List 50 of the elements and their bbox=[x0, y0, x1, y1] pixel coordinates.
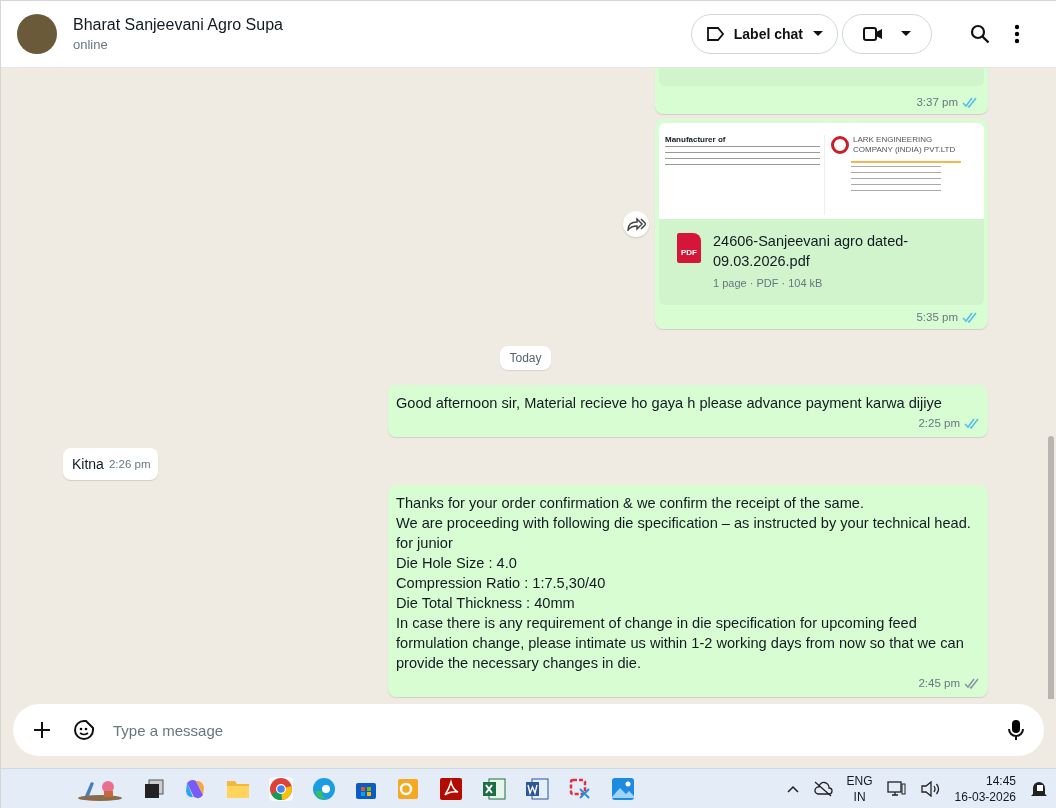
speaker-icon[interactable] bbox=[920, 780, 941, 797]
region-label[interactable]: IN bbox=[853, 788, 866, 805]
plus-icon[interactable] bbox=[33, 721, 51, 739]
message-time: 5:35 pm bbox=[916, 311, 958, 323]
caret-icon bbox=[813, 31, 823, 37]
video-camera-icon bbox=[863, 26, 883, 42]
message-text: Good afternoon sir, Material recieve ho gaya h please advance payment karwa dijiye bbox=[396, 394, 943, 413]
message-text: Kitna bbox=[72, 455, 104, 474]
caret-icon bbox=[901, 31, 911, 37]
photos-icon[interactable] bbox=[611, 776, 635, 801]
preview-heading: Manufacturer of bbox=[665, 135, 727, 144]
word-icon[interactable] bbox=[525, 776, 549, 801]
scrollbar[interactable] bbox=[1048, 436, 1054, 699]
video-call-button[interactable] bbox=[842, 14, 932, 54]
sticker-icon[interactable] bbox=[73, 719, 95, 741]
contact-status: online bbox=[73, 37, 108, 52]
message-time: 2:45 pm bbox=[918, 676, 960, 691]
edge-icon[interactable] bbox=[312, 776, 336, 801]
forward-button[interactable] bbox=[623, 211, 649, 237]
network-icon[interactable] bbox=[886, 779, 907, 798]
file-details: 1 page · PDF · 104 kB bbox=[713, 277, 824, 289]
clock-date[interactable]: 16-03-2026 bbox=[954, 788, 1016, 805]
label-chat-button[interactable]: Label chat bbox=[690, 14, 838, 54]
contact-name: Bharat Sanjeevani Agro Supa bbox=[73, 16, 283, 34]
label-icon bbox=[705, 27, 724, 41]
date-chip: Today bbox=[500, 346, 551, 370]
chevron-up-icon[interactable] bbox=[786, 784, 799, 793]
company-logo bbox=[831, 136, 849, 155]
language-label[interactable]: ENG bbox=[846, 772, 873, 789]
snipping-tool-icon[interactable] bbox=[568, 776, 592, 801]
message-field[interactable]: Type a message bbox=[13, 704, 1044, 756]
search-icon[interactable] bbox=[970, 24, 990, 44]
avatar[interactable] bbox=[17, 14, 57, 54]
file-name: 24606-Sanjeevani agro dated-09.03.2026.pdf bbox=[713, 232, 910, 271]
excel-icon[interactable] bbox=[482, 776, 506, 801]
clock-time[interactable]: 14:45 bbox=[985, 772, 1016, 789]
company-name: LARK ENGINEERING COMPANY (INDIA) PVT.LTD bbox=[853, 135, 957, 156]
message-text: Thanks for your order confirmation & we confirm the receipt of the same. We are proceeding with following die specification – as instructed by your technical head. for junior Die Hole Size : 4.0 Compression Ratio : 1:7.5,30/40 Die Total Thickness : 40mm In case there is any requirement of change in die specification for upcoming feed formulation change, please intimate us within 1-2 working days from now so that we can provide the necessary changes in die. bbox=[396, 494, 972, 673]
microphone-icon[interactable] bbox=[1008, 719, 1024, 741]
acrobat-icon[interactable] bbox=[439, 776, 463, 801]
task-view-icon[interactable] bbox=[144, 778, 164, 799]
notification-bell-icon[interactable] bbox=[1030, 779, 1048, 798]
message-time: 2:25 pm bbox=[918, 416, 960, 431]
pdf-file-icon: PDF bbox=[677, 233, 701, 263]
cloud-off-icon[interactable] bbox=[812, 780, 833, 797]
message-time: 3:37 pm bbox=[916, 96, 958, 108]
message-input[interactable]: Type a message bbox=[111, 720, 986, 740]
menu-icon[interactable] bbox=[1014, 24, 1020, 44]
chrome-icon[interactable] bbox=[269, 776, 293, 801]
message-time: 2:26 pm bbox=[108, 457, 151, 472]
